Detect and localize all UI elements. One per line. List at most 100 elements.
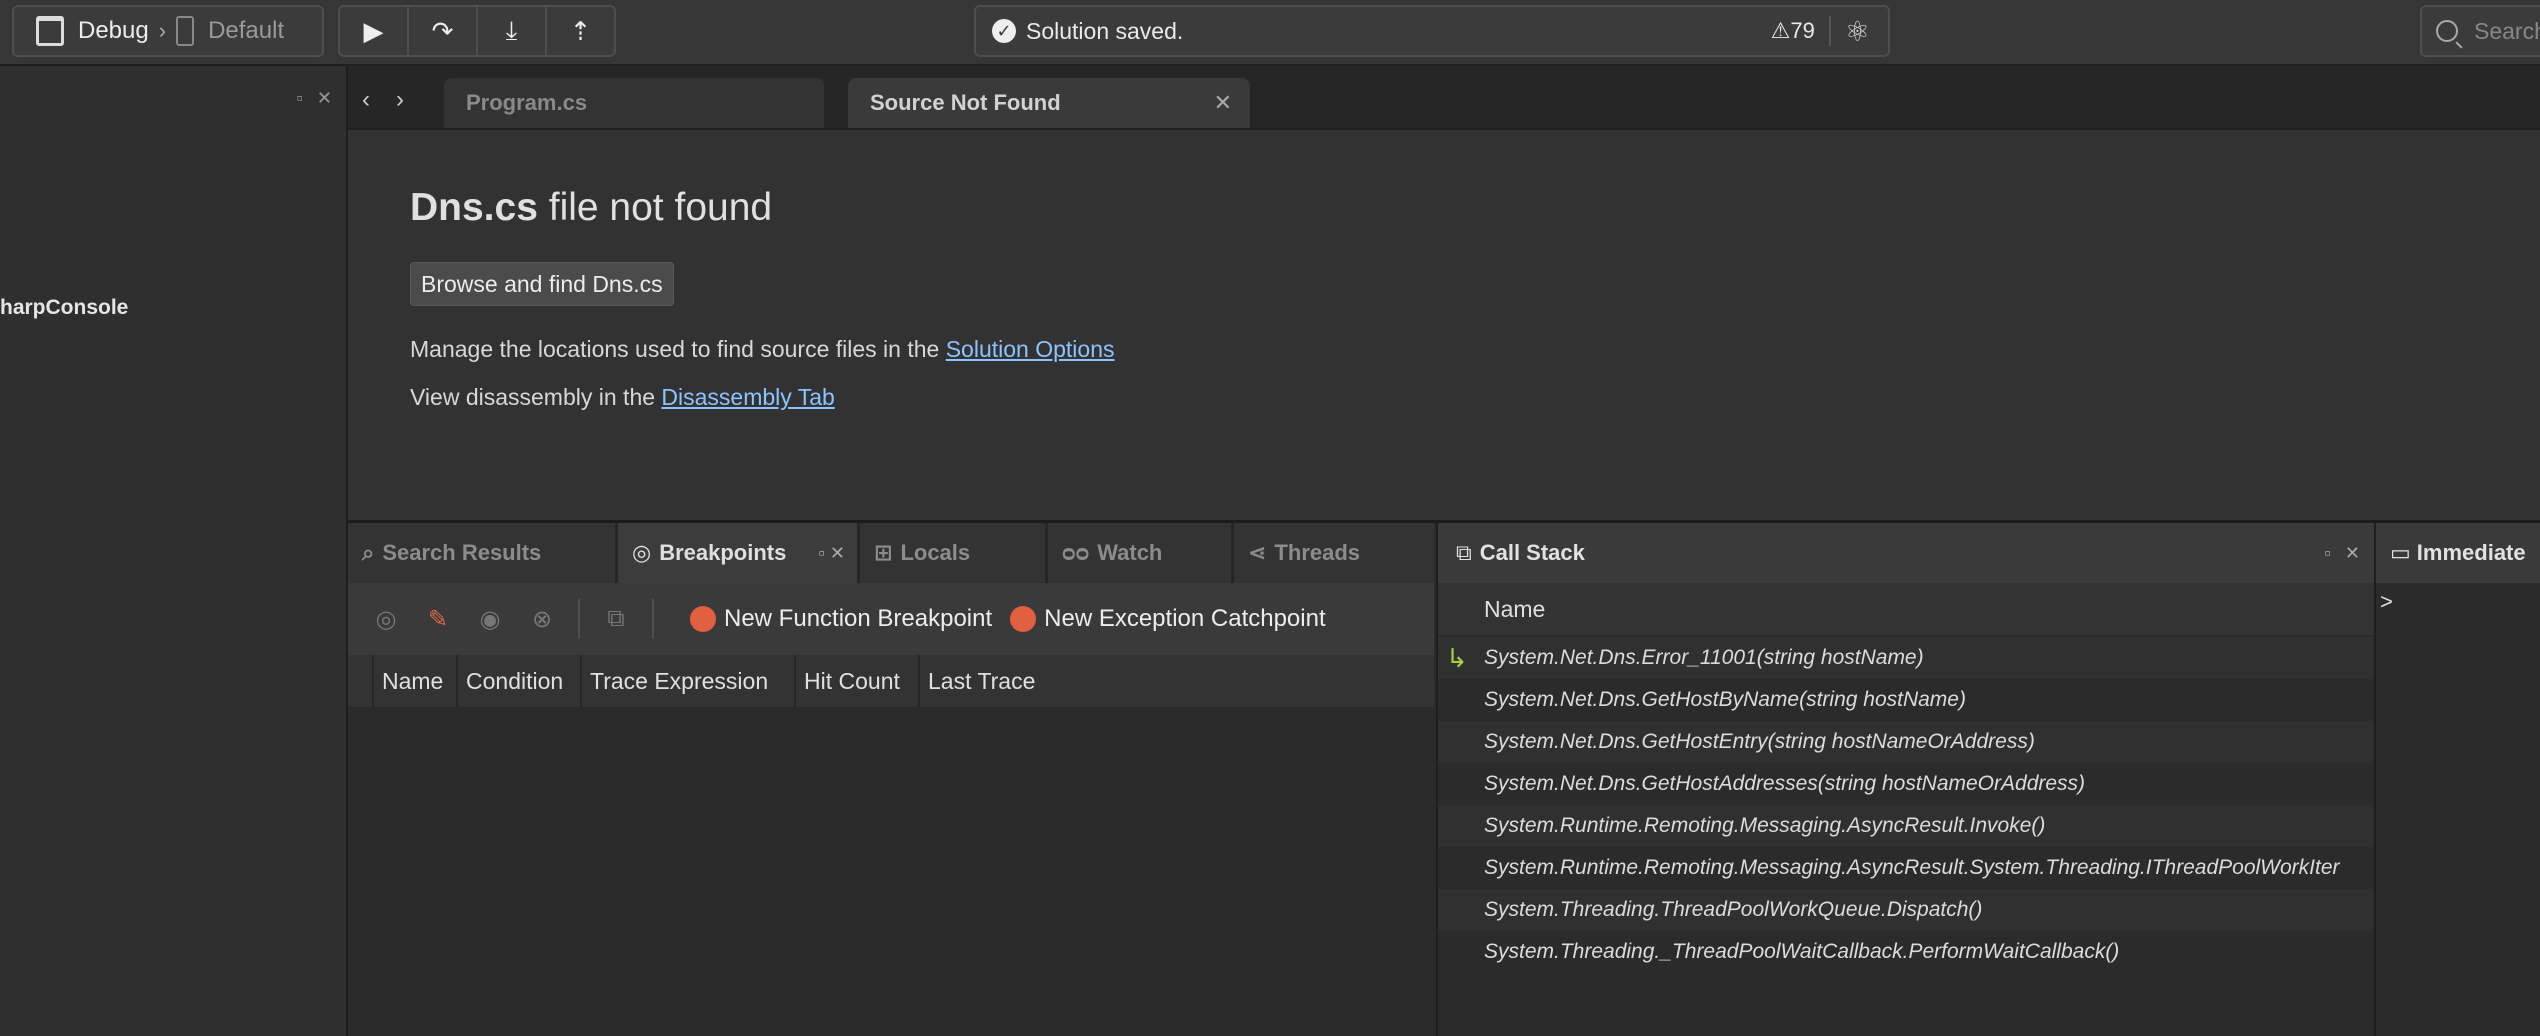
tab-watch[interactable]: ᴑᴑ Watch (1048, 523, 1234, 583)
button-label: New Exception Catchpoint (1044, 605, 1326, 632)
properties-icon[interactable]: ⧉ (602, 605, 630, 633)
stack-frame[interactable]: System.Threading.ThreadPoolWorkQueue.Dis… (1438, 889, 2374, 931)
chevron-right-icon: › (158, 18, 167, 43)
frame-text: System.Threading._ThreadPoolWaitCallback… (1484, 940, 2120, 963)
breakpoint-icon: ◎ (632, 540, 652, 565)
project-node[interactable]: harpConsole (0, 296, 128, 320)
manage-locations-text: Manage the locations used to find source… (410, 336, 1115, 363)
tab-controls: ▫ ✕ (819, 543, 846, 564)
call-stack-pad: ⧉ Call Stack ▫ ✕ Name ↳ System.Net.Dns.Err… (1436, 523, 2374, 1036)
call-stack-list: ↳ System.Net.Dns.Error_11001(string hostN… (1438, 637, 2374, 973)
column-header[interactable]: Trace Expression (582, 655, 796, 707)
stack-frame[interactable]: System.Runtime.Remoting.Messaging.AsyncR… (1438, 805, 2374, 847)
frame-text: System.Net.Dns.Error_11001(string hostNa… (1484, 646, 1924, 669)
tab-threads[interactable]: ⋖ Threads (1234, 523, 1434, 583)
step-out-icon: ⇡ (569, 15, 592, 46)
back-icon[interactable]: ‹ (362, 86, 370, 114)
solution-options-link[interactable]: Solution Options (946, 336, 1115, 362)
lightning-icon (1010, 606, 1037, 632)
immediate-pad: ▭ Immediate > (2374, 523, 2540, 1036)
disassembly-tab-link[interactable]: Disassembly Tab (661, 384, 834, 410)
frame-text: System.Net.Dns.GetHostAddresses(string h… (1484, 772, 2086, 795)
pad-title: Call Stack (1479, 540, 1585, 565)
disassembly-text: View disassembly in the Disassembly Tab (410, 384, 835, 411)
source-not-found-view: Dns.cs file not found Browse and find Dn… (348, 130, 2540, 523)
configuration-selector[interactable]: Debug › Default (12, 5, 324, 57)
tab-label: Locals (900, 540, 971, 565)
tab-breakpoints[interactable]: ◎ Breakpoints ▫ ✕ (618, 523, 860, 583)
frame-text: System.Runtime.Remoting.Messaging.AsyncR… (1484, 856, 2340, 879)
device-icon (176, 16, 195, 46)
close-icon[interactable]: ✕ (1214, 90, 1232, 116)
check-circle-icon: ✓ (992, 19, 1016, 43)
stack-frame[interactable]: System.Runtime.Remoting.Messaging.AsyncR… (1438, 847, 2374, 889)
stack-icon: ⧉ (1456, 540, 1472, 565)
close-icon[interactable]: ✕ (317, 88, 332, 109)
stack-frame[interactable]: System.Net.Dns.GetHostAddresses(string h… (1438, 763, 2374, 805)
tab-label: Watch (1097, 540, 1163, 565)
stack-frame[interactable]: System.Threading._ThreadPoolWaitCallback… (1438, 931, 2374, 973)
device-label: Default (208, 17, 285, 44)
tab-program-cs[interactable]: Program.cs (444, 78, 824, 128)
grid-icon: ⊞ (874, 540, 893, 565)
atom-icon[interactable]: ⚛ (1845, 15, 1870, 48)
browse-button[interactable]: Browse and find Dns.cs (410, 262, 674, 306)
immediate-header: ▭ Immediate (2376, 523, 2540, 583)
warnings-indicator[interactable]: ⚠ 79 (1771, 18, 1815, 44)
step-over-button[interactable]: ↷ (409, 7, 478, 55)
eraser-icon[interactable]: ✎ (424, 605, 452, 634)
column-checkbox (348, 655, 374, 707)
target-icon (690, 606, 716, 632)
maximize-icon[interactable]: ▫ (2325, 543, 2331, 564)
continue-button[interactable]: ▶ (340, 7, 409, 55)
tab-search-results[interactable]: ⌕ Search Results (348, 523, 618, 583)
step-out-button[interactable]: ⇡ (547, 7, 614, 55)
new-function-breakpoint-button[interactable]: New Function Breakpoint (690, 605, 992, 633)
remove-icon[interactable]: ⊗ (528, 605, 556, 634)
close-icon[interactable]: ✕ (2345, 543, 2360, 564)
frame-text: System.Net.Dns.GetHostEntry(string hostN… (1484, 730, 2035, 753)
status-message: Solution saved. (1026, 17, 1184, 44)
tab-label: Breakpoints (659, 540, 787, 565)
stack-frame[interactable]: ↳ System.Net.Dns.Error_11001(string hostN… (1438, 637, 2374, 679)
breakpoints-toolbar: ◎ ✎ ◉ ⊗ ⧉ New Function Breakpoint New Ex… (348, 583, 1434, 655)
maximize-icon[interactable]: ▫ (819, 543, 825, 563)
solution-panel: ▫ ✕ harpConsole (0, 66, 348, 1036)
forward-icon[interactable]: › (396, 86, 404, 114)
tab-label: Program.cs (466, 90, 588, 115)
stack-frame[interactable]: System.Net.Dns.GetHostByName(string host… (1438, 679, 2374, 721)
glasses-icon: ᴑᴑ (1062, 540, 1090, 565)
tab-source-not-found[interactable]: Source Not Found ✕ (848, 78, 1250, 128)
bottom-pads: ⌕ Search Results ◎ Breakpoints ▫ ✕ ⊞ Locals … (348, 523, 2540, 1036)
tab-locals[interactable]: ⊞ Locals (860, 523, 1048, 583)
stack-frame[interactable]: System.Net.Dns.GetHostEntry(string hostN… (1438, 721, 2374, 763)
page-title: Dns.cs file not found (410, 186, 772, 230)
warning-icon: ⚠ (1770, 18, 1791, 43)
maximize-icon[interactable]: ▫ (297, 88, 303, 109)
status-bar: ✓ Solution saved. ⚠ 79 ⚛ (974, 5, 1890, 57)
column-header[interactable]: Condition (458, 655, 582, 707)
step-into-button[interactable]: ⤓ (478, 7, 547, 55)
main-toolbar: Debug › Default ▶ ↷ ⤓ ⇡ ✓ Solution saved… (0, 0, 2540, 66)
title-text: file not found (537, 186, 773, 229)
search-box[interactable]: Search (2420, 5, 2540, 57)
column-header[interactable]: Hit Count (796, 655, 920, 707)
search-icon: ⌕ (362, 540, 375, 565)
enable-breakpoint-icon[interactable]: ◎ (372, 605, 400, 634)
close-icon[interactable]: ✕ (830, 543, 845, 563)
column-header[interactable]: Last Trace (920, 655, 1043, 707)
divider (578, 599, 580, 639)
panel-controls: ▫ ✕ (297, 88, 332, 109)
column-header[interactable]: Name (374, 655, 458, 707)
call-stack-header: ⧉ Call Stack ▫ ✕ (1438, 523, 2374, 583)
pad-tabs: ⌕ Search Results ◎ Breakpoints ▫ ✕ ⊞ Locals … (348, 523, 1434, 583)
divider (1828, 16, 1831, 46)
new-exception-catchpoint-button[interactable]: New Exception Catchpoint (1010, 605, 1326, 633)
toggle-all-icon[interactable]: ◉ (476, 605, 504, 634)
pad-title: Immediate (2416, 540, 2526, 565)
call-stack-column-header[interactable]: Name (1438, 583, 2374, 635)
immediate-prompt[interactable]: > (2380, 589, 2540, 615)
window-icon (36, 16, 64, 46)
tab-label: Source Not Found (870, 90, 1061, 115)
step-over-icon: ↷ (431, 15, 454, 46)
